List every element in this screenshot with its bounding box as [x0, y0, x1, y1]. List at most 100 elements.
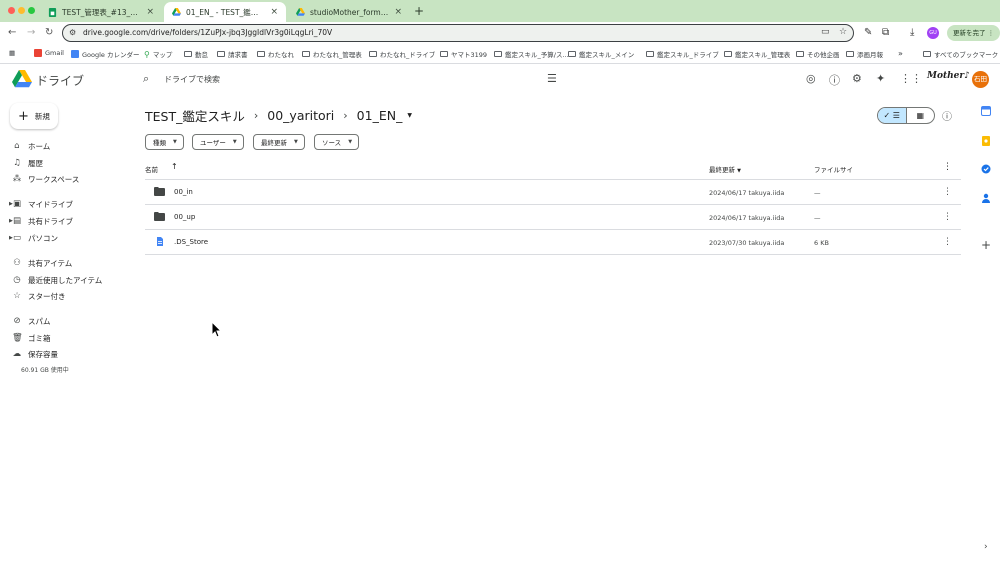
bookmark-folder[interactable]: わたなれ: [257, 49, 294, 59]
list-view-icon[interactable]: ✓ ☰: [878, 108, 907, 123]
column-header-name[interactable]: 名前: [145, 164, 158, 174]
add-addon-icon[interactable]: +: [981, 238, 991, 252]
download-icon[interactable]: ⤓: [910, 27, 914, 38]
bookmark-folder[interactable]: ヤマト3199: [440, 49, 487, 59]
sidebar-item-shared-with-me[interactable]: ⚇ 共有アイテム: [12, 256, 72, 270]
bookmark-folder[interactable]: 鑑定スキル_メイン: [568, 49, 634, 59]
file-name[interactable]: 00_up: [174, 213, 195, 221]
bookmark-folder[interactable]: 鑑定スキル_管理表: [724, 49, 790, 59]
install-icon[interactable]: ▭: [821, 27, 830, 37]
reload-icon[interactable]: ↻: [45, 27, 53, 38]
bookmark-gmail[interactable]: Gmail: [34, 49, 64, 57]
profile-avatar[interactable]: GU: [927, 27, 939, 39]
breadcrumb-current[interactable]: 01_EN_: [357, 108, 403, 123]
tab-sheets[interactable]: TEST_管理表_#13_鑑定スキル ×: [40, 2, 162, 22]
breadcrumb-item[interactable]: 00_yaritori: [267, 108, 334, 123]
close-icon[interactable]: ×: [270, 7, 278, 17]
chevron-right-icon[interactable]: ›: [984, 542, 988, 552]
close-icon[interactable]: ×: [394, 7, 402, 17]
keep-icon[interactable]: [981, 136, 991, 146]
new-tab-button[interactable]: +: [414, 4, 424, 18]
more-vert-icon[interactable]: ⋮: [943, 237, 952, 247]
sidebar-item-home[interactable]: ⌂ ホーム: [12, 139, 50, 153]
sidebar-item-my-drive[interactable]: ▶ ▣ マイドライブ: [9, 197, 73, 211]
bookmark-folder[interactable]: わたなれ_管理表: [302, 49, 362, 59]
all-bookmarks[interactable]: すべてのブックマーク: [923, 49, 998, 59]
close-icon[interactable]: ×: [146, 7, 154, 17]
new-button[interactable]: + 新規: [10, 103, 58, 129]
sidebar-item-storage[interactable]: ☁ 保存容量: [12, 347, 58, 361]
apps-grid-icon[interactable]: ⋮⋮: [900, 72, 922, 85]
bookmark-maps[interactable]: ⚲ マップ: [144, 49, 172, 60]
app-title[interactable]: ドライブ: [36, 72, 84, 89]
search-icon[interactable]: ⌕: [143, 72, 149, 86]
gemini-sparkle-icon[interactable]: ✦: [876, 72, 885, 85]
tab-studiomother[interactable]: studioMother_format_sample ×: [288, 2, 410, 22]
table-row[interactable]: 00_in 2024/06/17 takuya.iida — ⋮: [145, 180, 961, 205]
bookmark-folder[interactable]: 鑑定スキル_ドライブ: [646, 49, 719, 59]
address-bar[interactable]: ⚙ drive.google.com/drive/folders/1ZuPJx-…: [62, 24, 854, 42]
forward-icon[interactable]: →: [27, 27, 35, 38]
expand-arrow-icon[interactable]: ▶: [9, 201, 13, 207]
column-header-modified[interactable]: 最終更新 ▼: [709, 164, 741, 174]
filter-people-chip[interactable]: ユーザー ▼: [192, 134, 244, 150]
more-vert-icon[interactable]: ⋮: [943, 162, 952, 172]
table-row[interactable]: .DS_Store 2023/07/30 takuya.iida 6 KB ⋮: [145, 230, 961, 255]
expand-arrow-icon[interactable]: ▶: [9, 218, 13, 224]
update-button[interactable]: 更新を完了 ⋮: [947, 25, 1000, 41]
search-input[interactable]: ドライブで検索: [164, 74, 220, 85]
sidebar-item-spam[interactable]: ⊘ スパム: [12, 314, 50, 328]
sidebar-item-starred[interactable]: ☆ スター付き: [12, 289, 65, 303]
filter-source-chip[interactable]: ソース ▼: [314, 134, 360, 150]
table-row[interactable]: 00_up 2024/06/17 takuya.iida — ⋮: [145, 205, 961, 230]
bookmark-folder[interactable]: 添画月報: [846, 49, 883, 59]
offline-status-icon[interactable]: ◎: [806, 72, 816, 85]
site-info-icon[interactable]: ⚙: [69, 28, 76, 37]
bookmarks-overflow-button[interactable]: »: [898, 49, 903, 58]
sidebar-item-workspaces[interactable]: ⁂ ワークスペース: [12, 172, 80, 186]
settings-gear-icon[interactable]: ⚙: [852, 72, 862, 85]
help-icon[interactable]: ⓘ: [829, 72, 840, 88]
more-vert-icon[interactable]: ⋮: [943, 212, 952, 222]
window-close-dot[interactable]: [8, 7, 15, 14]
back-icon[interactable]: ←: [8, 27, 16, 38]
sidebar-item-shared-drives[interactable]: ▶ ▤ 共有ドライブ: [9, 214, 73, 228]
sidebar-item-activity[interactable]: ♫ 履歴: [12, 156, 43, 170]
filter-type-chip[interactable]: 種類 ▼: [145, 134, 184, 150]
window-zoom-dot[interactable]: [28, 7, 35, 14]
bookmark-folder[interactable]: わたなれ_ドライブ: [369, 49, 435, 59]
workspace-brand-logo[interactable]: Mother♪: [927, 71, 970, 81]
apps-grid-icon[interactable]: ▦: [9, 49, 15, 57]
calendar-icon[interactable]: [981, 106, 991, 116]
filter-modified-chip[interactable]: 最終更新 ▼: [253, 134, 305, 150]
sidebar-item-trash[interactable]: 🗑 ゴミ箱: [12, 331, 51, 345]
bookmark-star-icon[interactable]: ☆: [839, 27, 847, 37]
column-header-size[interactable]: ファイルサイ: [814, 164, 853, 174]
bookmark-folder[interactable]: 請求書: [217, 49, 248, 59]
sidebar-item-recent[interactable]: ◷ 最近使用したアイテム: [12, 273, 102, 287]
expand-arrow-icon[interactable]: ▶: [9, 235, 13, 241]
tab-drive-active[interactable]: 01_EN_ - TEST_鑑定スキル - G ×: [164, 2, 286, 22]
details-info-icon[interactable]: ⓘ: [942, 108, 952, 123]
view-toggle[interactable]: ✓ ☰ ▦: [877, 107, 935, 124]
pen-icon[interactable]: ✎: [864, 27, 872, 38]
drive-logo-icon[interactable]: [12, 70, 32, 88]
bookmark-calendar[interactable]: Google カレンダー: [71, 49, 140, 59]
file-name[interactable]: .DS_Store: [174, 238, 208, 246]
tasks-icon[interactable]: [981, 164, 991, 174]
file-name[interactable]: 00_in: [174, 188, 193, 196]
bookmark-folder[interactable]: 鑑定スキル_予算/ス...: [494, 49, 569, 59]
contacts-icon[interactable]: [981, 193, 991, 203]
extensions-icon[interactable]: ⧉: [882, 27, 889, 38]
search-options-icon[interactable]: ☰: [547, 72, 557, 85]
sort-arrow-up-icon[interactable]: ↑: [171, 162, 178, 171]
breadcrumb-item[interactable]: TEST_鑑定スキル: [145, 106, 245, 125]
sidebar-item-computers[interactable]: ▶ ▭ パソコン: [9, 231, 58, 245]
user-avatar[interactable]: 石田: [972, 71, 989, 88]
bookmark-folder[interactable]: その他企画: [796, 49, 840, 59]
bookmark-folder[interactable]: 勤怠: [184, 49, 208, 59]
window-minimize-dot[interactable]: [18, 7, 25, 14]
grid-view-icon[interactable]: ▦: [907, 108, 935, 123]
chevron-down-icon[interactable]: ▼: [407, 112, 412, 119]
more-vert-icon[interactable]: ⋮: [943, 187, 952, 197]
